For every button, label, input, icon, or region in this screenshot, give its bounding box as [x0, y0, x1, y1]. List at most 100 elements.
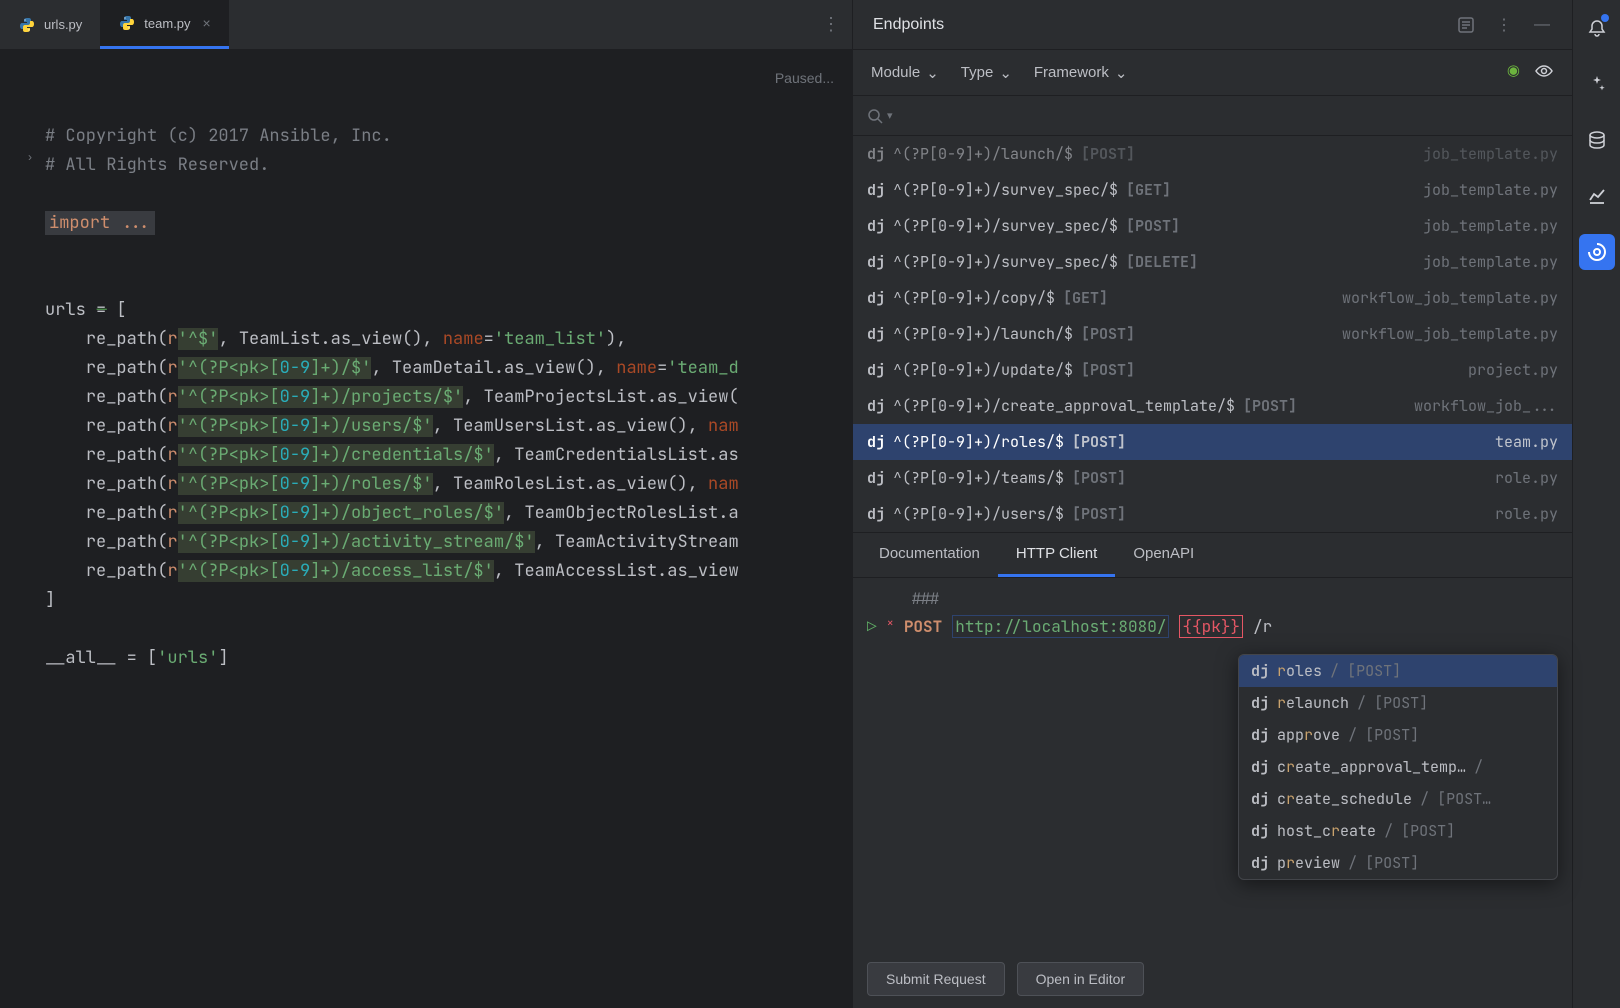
endpoints-tool-icon[interactable] [1579, 234, 1615, 270]
tab-openapi[interactable]: OpenAPI [1115, 533, 1212, 577]
endpoint-row[interactable]: dj ^(?P[0-9]+)/create_approval_template/… [853, 388, 1572, 424]
framework-tag: dj [867, 252, 885, 272]
url-base: http://localhost:8080/ [952, 615, 1169, 638]
tab-urls-py[interactable]: urls.py [0, 0, 100, 49]
tab-overflow-icon[interactable]: ⋮ [822, 14, 840, 35]
framework-tag: dj [867, 288, 885, 308]
action-bar: Submit Request Open in Editor [853, 950, 1572, 1008]
fold-chevron-icon[interactable]: › [28, 150, 45, 164]
request-separator: ### [911, 588, 1558, 609]
endpoint-method: [POST] [1243, 396, 1297, 416]
endpoint-method: [POST] [1081, 324, 1135, 344]
completion-text: create_approval_temp… [1277, 757, 1466, 777]
completion-method: [POST] [1365, 853, 1419, 873]
framework-tag: dj [867, 324, 885, 344]
search-bar[interactable]: ▾ [853, 96, 1572, 136]
endpoint-file: workflow_job_... [1414, 396, 1558, 416]
endpoint-row[interactable]: dj ^(?P[0-9]+)/copy/$ [GET] workflow_job… [853, 280, 1572, 316]
endpoint-row[interactable]: dj ^(?P[0-9]+)/launch/$ [POST] workflow_… [853, 316, 1572, 352]
endpoint-method: [GET] [1063, 288, 1108, 308]
endpoint-method: [POST] [1081, 360, 1135, 380]
framework-tag: dj [867, 432, 885, 452]
endpoint-method: [POST] [1072, 468, 1126, 488]
endpoint-row[interactable]: dj ^(?P[0-9]+)/launch/$ [POST] job_templ… [853, 136, 1572, 172]
endpoint-row[interactable]: dj ^(?P[0-9]+)/teams/$ [POST] role.py [853, 460, 1572, 496]
tab-documentation[interactable]: Documentation [861, 533, 998, 577]
url-tail[interactable]: /r [1253, 616, 1272, 637]
framework-tag: dj [1251, 693, 1269, 713]
endpoints-panel: Endpoints ⋮ — Module ⌄ Type ⌄ Framework … [852, 0, 1572, 1008]
filter-module[interactable]: Module ⌄ [871, 64, 939, 82]
framework-tag: dj [867, 144, 885, 164]
endpoint-route: ^(?P[0-9]+)/update/$ [893, 360, 1073, 380]
open-in-editor-button[interactable]: Open in Editor [1017, 962, 1145, 996]
endpoint-file: job_template.py [1423, 252, 1558, 272]
endpoint-row[interactable]: dj ^(?P[0-9]+)/users/$ [POST] role.py [853, 496, 1572, 532]
endpoint-method: [POST] [1072, 432, 1126, 452]
endpoint-route: ^(?P[0-9]+)/launch/$ [893, 324, 1073, 344]
endpoint-file: team.py [1495, 432, 1558, 452]
more-icon[interactable]: ⋮ [1494, 15, 1514, 35]
notifications-icon[interactable] [1579, 10, 1615, 46]
completion-item[interactable]: dj preview/ [POST] [1239, 847, 1557, 879]
tab-team-py[interactable]: team.py × [100, 0, 228, 49]
framework-tag: dj [1251, 821, 1269, 841]
gutter: › [0, 50, 45, 1008]
http-client-editor[interactable]: ### ▷× POST http://localhost:8080/{{pk}}… [853, 578, 1572, 648]
filter-bar: Module ⌄ Type ⌄ Framework ⌄ ◉ [853, 50, 1572, 96]
endpoint-file: project.py [1468, 360, 1558, 380]
endpoint-method: [POST] [1126, 216, 1180, 236]
endpoint-row[interactable]: dj ^(?P[0-9]+)/survey_spec/$ [POST] job_… [853, 208, 1572, 244]
tab-label: urls.py [44, 17, 82, 32]
url-variable: {{pk}} [1179, 615, 1243, 638]
framework-tag: dj [867, 504, 885, 524]
completion-item[interactable]: dj create_approval_temp…/ [1239, 751, 1557, 783]
open-editor-icon[interactable] [1456, 15, 1476, 35]
endpoint-method: [GET] [1126, 180, 1171, 200]
framework-tag: dj [867, 360, 885, 380]
endpoint-route: ^(?P[0-9]+)/teams/$ [893, 468, 1064, 488]
framework-tag: dj [867, 180, 885, 200]
filter-framework[interactable]: Framework ⌄ [1034, 64, 1128, 82]
close-icon[interactable]: × [203, 15, 211, 31]
endpoint-file: job_template.py [1423, 216, 1558, 236]
endpoint-file: role.py [1495, 468, 1558, 488]
swagger-icon[interactable]: ◉ [1507, 61, 1520, 85]
submit-request-button[interactable]: Submit Request [867, 962, 1005, 996]
framework-tag: dj [867, 216, 885, 236]
completion-item[interactable]: dj host_create/ [POST] [1239, 815, 1557, 847]
minimize-icon[interactable]: — [1532, 15, 1552, 35]
endpoint-row[interactable]: dj ^(?P[0-9]+)/survey_spec/$ [GET] job_t… [853, 172, 1572, 208]
chart-icon[interactable] [1579, 178, 1615, 214]
completion-item[interactable]: dj relaunch/ [POST] [1239, 687, 1557, 719]
completion-item[interactable]: dj create_schedule/ [POST… [1239, 783, 1557, 815]
endpoint-row[interactable]: dj ^(?P[0-9]+)/update/$ [POST] project.p… [853, 352, 1572, 388]
endpoint-row[interactable]: dj ^(?P[0-9]+)/roles/$ [POST] team.py [853, 424, 1572, 460]
endpoint-list: dj ^(?P[0-9]+)/launch/$ [POST] job_templ… [853, 136, 1572, 532]
panel-title: Endpoints [873, 16, 944, 34]
framework-tag: dj [1251, 853, 1269, 873]
completion-method: [POST… [1437, 789, 1491, 809]
completion-text: relaunch [1277, 693, 1349, 713]
completion-text: preview [1277, 853, 1340, 873]
editor-tab-bar: urls.py team.py × ⋮ [0, 0, 852, 50]
filter-type[interactable]: Type ⌄ [961, 64, 1012, 82]
ai-assistant-icon[interactable] [1579, 66, 1615, 102]
code-editor[interactable]: › Paused... # Copyright (c) 2017 Ansible… [0, 50, 852, 1008]
completion-item[interactable]: dj roles/ [POST] [1239, 655, 1557, 687]
completion-method: [POST] [1347, 661, 1401, 681]
endpoint-route: ^(?P[0-9]+)/roles/$ [893, 432, 1064, 452]
completion-item[interactable]: dj approve/ [POST] [1239, 719, 1557, 751]
database-icon[interactable] [1579, 122, 1615, 158]
endpoint-method: [POST] [1081, 144, 1135, 164]
run-icon[interactable]: ▷ [867, 616, 877, 637]
endpoint-route: ^(?P[0-9]+)/survey_spec/$ [893, 216, 1118, 236]
eye-icon[interactable] [1534, 61, 1554, 85]
result-tabs: Documentation HTTP Client OpenAPI [853, 532, 1572, 578]
endpoint-row[interactable]: dj ^(?P[0-9]+)/survey_spec/$ [DELETE] jo… [853, 244, 1572, 280]
python-icon [118, 14, 136, 32]
code-content[interactable]: Paused... # Copyright (c) 2017 Ansible, … [45, 50, 852, 1008]
tab-http-client[interactable]: HTTP Client [998, 533, 1115, 577]
endpoint-route: ^(?P[0-9]+)/survey_spec/$ [893, 180, 1118, 200]
completion-text: roles [1277, 661, 1322, 681]
